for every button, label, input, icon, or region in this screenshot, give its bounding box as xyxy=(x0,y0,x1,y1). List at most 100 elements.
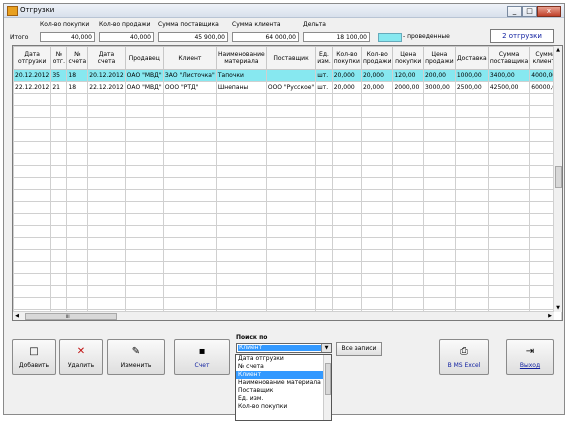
empty-cell[interactable] xyxy=(315,129,333,142)
empty-cell[interactable] xyxy=(66,165,89,178)
empty-cell[interactable] xyxy=(87,261,126,274)
empty-cell[interactable] xyxy=(87,141,126,154)
empty-cell[interactable] xyxy=(124,165,164,178)
empty-cell[interactable] xyxy=(215,105,267,118)
empty-cell[interactable] xyxy=(487,129,531,142)
table-cell[interactable]: 20,000 xyxy=(331,69,362,82)
col-header[interactable]: Кол-во продажи xyxy=(360,46,394,70)
empty-cell[interactable] xyxy=(162,165,217,178)
empty-cell[interactable] xyxy=(50,177,68,190)
empty-cell[interactable] xyxy=(124,141,164,154)
table-cell[interactable]: 20.12.2012 xyxy=(13,69,52,82)
empty-cell[interactable] xyxy=(13,177,52,190)
empty-cell[interactable] xyxy=(487,153,531,166)
empty-cell[interactable] xyxy=(392,93,424,106)
empty-cell[interactable] xyxy=(454,285,489,298)
invoice-button[interactable]: ▪ Счет xyxy=(174,339,230,375)
table-cell[interactable]: 22.12.2012 xyxy=(13,81,52,94)
empty-cell[interactable] xyxy=(215,249,267,262)
empty-cell[interactable] xyxy=(124,249,164,262)
empty-cell[interactable] xyxy=(360,201,394,214)
empty-cell[interactable] xyxy=(422,189,456,202)
empty-cell[interactable] xyxy=(13,153,52,166)
empty-row[interactable] xyxy=(13,285,562,298)
close-button[interactable]: x xyxy=(537,6,561,17)
empty-cell[interactable] xyxy=(265,273,317,286)
empty-cell[interactable] xyxy=(454,225,489,238)
empty-cell[interactable] xyxy=(331,117,362,130)
empty-cell[interactable] xyxy=(331,273,362,286)
empty-cell[interactable] xyxy=(66,141,89,154)
col-header[interactable]: Продавец xyxy=(124,46,164,70)
col-header[interactable]: Кол-во покупки xyxy=(331,46,362,70)
empty-cell[interactable] xyxy=(360,105,394,118)
empty-cell[interactable] xyxy=(13,201,52,214)
empty-cell[interactable] xyxy=(360,189,394,202)
empty-cell[interactable] xyxy=(87,213,126,226)
empty-cell[interactable] xyxy=(315,141,333,154)
table-cell[interactable]: 20,000 xyxy=(360,81,394,94)
empty-cell[interactable] xyxy=(360,153,394,166)
empty-cell[interactable] xyxy=(124,201,164,214)
empty-cell[interactable] xyxy=(315,165,333,178)
empty-cell[interactable] xyxy=(50,117,68,130)
empty-cell[interactable] xyxy=(162,285,217,298)
empty-cell[interactable] xyxy=(162,129,217,142)
table-cell[interactable]: 21 xyxy=(50,81,68,94)
empty-cell[interactable] xyxy=(50,225,68,238)
table-cell[interactable]: ОАО "МВД" xyxy=(124,69,164,82)
empty-cell[interactable] xyxy=(162,141,217,154)
empty-cell[interactable] xyxy=(87,249,126,262)
empty-cell[interactable] xyxy=(87,153,126,166)
empty-cell[interactable] xyxy=(392,189,424,202)
empty-cell[interactable] xyxy=(487,117,531,130)
empty-cell[interactable] xyxy=(360,117,394,130)
horizontal-scroll-thumb[interactable]: III xyxy=(25,313,117,320)
empty-cell[interactable] xyxy=(487,285,531,298)
empty-cell[interactable] xyxy=(162,225,217,238)
empty-cell[interactable] xyxy=(487,189,531,202)
empty-cell[interactable] xyxy=(315,213,333,226)
empty-cell[interactable] xyxy=(265,93,317,106)
empty-cell[interactable] xyxy=(487,225,531,238)
empty-cell[interactable] xyxy=(315,237,333,250)
empty-cell[interactable] xyxy=(315,153,333,166)
empty-cell[interactable] xyxy=(315,249,333,262)
empty-cell[interactable] xyxy=(422,261,456,274)
empty-cell[interactable] xyxy=(215,165,267,178)
empty-cell[interactable] xyxy=(50,249,68,262)
empty-row[interactable] xyxy=(13,165,562,178)
empty-cell[interactable] xyxy=(215,225,267,238)
empty-cell[interactable] xyxy=(215,213,267,226)
empty-cell[interactable] xyxy=(66,201,89,214)
empty-cell[interactable] xyxy=(66,189,89,202)
col-header[interactable]: № счета xyxy=(66,46,89,70)
empty-cell[interactable] xyxy=(392,285,424,298)
empty-cell[interactable] xyxy=(162,105,217,118)
export-excel-button[interactable]: ⎙ В MS Excel xyxy=(439,339,489,375)
empty-cell[interactable] xyxy=(331,285,362,298)
empty-cell[interactable] xyxy=(66,237,89,250)
empty-cell[interactable] xyxy=(454,273,489,286)
empty-cell[interactable] xyxy=(392,177,424,190)
table-cell[interactable]: 18 xyxy=(66,69,89,82)
empty-cell[interactable] xyxy=(50,285,68,298)
shipments-grid[interactable]: Дата отгрузки № отг. № счета Дата счета … xyxy=(12,45,563,321)
empty-cell[interactable] xyxy=(265,117,317,130)
empty-cell[interactable] xyxy=(422,201,456,214)
empty-cell[interactable] xyxy=(215,93,267,106)
empty-cell[interactable] xyxy=(454,249,489,262)
maximize-button[interactable]: □ xyxy=(522,6,537,17)
empty-cell[interactable] xyxy=(87,237,126,250)
search-option[interactable]: Кол-во покупки xyxy=(236,403,331,411)
empty-cell[interactable] xyxy=(66,153,89,166)
empty-cell[interactable] xyxy=(50,201,68,214)
empty-cell[interactable] xyxy=(487,201,531,214)
empty-cell[interactable] xyxy=(422,273,456,286)
search-options-list[interactable]: Дата отгрузки № счета Клиент Наименовани… xyxy=(235,354,332,421)
col-header[interactable]: № отг. xyxy=(50,46,68,70)
search-option[interactable]: Поставщик xyxy=(236,387,331,395)
empty-cell[interactable] xyxy=(331,237,362,250)
empty-cell[interactable] xyxy=(360,297,394,310)
empty-cell[interactable] xyxy=(13,285,52,298)
